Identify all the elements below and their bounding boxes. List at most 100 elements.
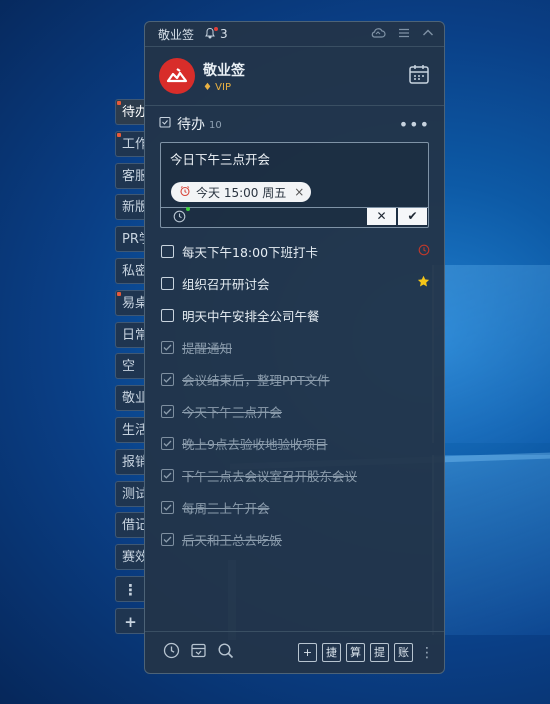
side-tab[interactable]: 敬业 bbox=[115, 385, 145, 412]
todo-checkbox[interactable] bbox=[161, 340, 174, 354]
side-tab[interactable]: 空 bbox=[115, 353, 145, 380]
side-tab-label: 赛效 bbox=[122, 550, 145, 566]
side-tab[interactable]: 生活 bbox=[115, 416, 145, 443]
reminder-clock-icon[interactable] bbox=[418, 244, 430, 259]
editor-text[interactable]: 今日下午三点开会 bbox=[170, 149, 270, 168]
star-icon[interactable] bbox=[417, 275, 430, 291]
side-tab-label: 测试 bbox=[122, 486, 145, 502]
unread-dot bbox=[117, 132, 121, 137]
todo-text: 晚上9点去验收地验收项目 bbox=[182, 436, 328, 452]
todo-text: 下午三点去会议室召开股东会议 bbox=[182, 468, 358, 484]
confirm-button[interactable]: ✔ bbox=[398, 208, 427, 225]
window-pane bbox=[432, 265, 550, 443]
collapse-icon[interactable] bbox=[422, 27, 434, 42]
todo-item[interactable]: 明天中午安排全公司午餐 bbox=[145, 299, 444, 331]
app-title: 敬业签 bbox=[158, 27, 195, 42]
side-tab[interactable]: 报销 bbox=[115, 448, 145, 475]
todo-text: 组织召开研讨会 bbox=[182, 276, 270, 292]
todo-item[interactable]: 每周三上午开会 bbox=[145, 491, 444, 523]
todo-item[interactable]: 下午三点去会议室召开股东会议 bbox=[145, 459, 444, 491]
side-tab[interactable]: 借记 bbox=[115, 512, 145, 539]
side-tab-label: 客服 bbox=[122, 168, 145, 184]
bottom-toolbar: + 捷算提账 ⋮ bbox=[145, 631, 444, 673]
footer-more-icon[interactable]: ⋮ bbox=[420, 645, 434, 661]
toolbar-button[interactable]: 账 bbox=[394, 643, 413, 662]
new-todo-editor[interactable]: 今日下午三点开会 今天 15:00 周五 × ✕ ✔ bbox=[160, 142, 429, 228]
side-tab-label: 报销 bbox=[122, 454, 145, 470]
todo-item[interactable]: 会议结束后，整理PPT文件 bbox=[145, 363, 444, 395]
title-bar[interactable]: 敬业签 3 bbox=[145, 22, 444, 47]
alarm-icon bbox=[179, 185, 191, 200]
todo-checkbox[interactable] bbox=[161, 500, 174, 514]
side-tab[interactable]: 私密 bbox=[115, 257, 145, 284]
todo-checkbox[interactable] bbox=[161, 532, 174, 546]
side-tab-label: 生活 bbox=[122, 422, 145, 438]
todo-checkbox[interactable] bbox=[161, 372, 174, 386]
side-tabs: 待办工作客服新版 PR学私密易桌日常空敬业生活报销测试借记赛效 ⋮ + bbox=[115, 99, 145, 640]
app-window: 敬业签 3 敬业签 ♦ VIP 待办 10 ••• 今日下午三点开会 今天 15… bbox=[144, 21, 445, 674]
side-tab-label: 新版 bbox=[122, 200, 145, 216]
todo-item[interactable]: 每天下午18:00下班打卡 bbox=[145, 235, 444, 267]
reminder-chip[interactable]: 今天 15:00 周五 × bbox=[171, 182, 312, 202]
side-tab[interactable]: 易桌 bbox=[115, 289, 145, 316]
side-tab[interactable]: 测试 bbox=[115, 480, 145, 507]
todo-text: 今天下午三点开会 bbox=[182, 404, 283, 420]
side-tab[interactable]: PR学 bbox=[115, 226, 145, 253]
reminder-clock-icon[interactable] bbox=[173, 207, 190, 227]
unread-dot bbox=[117, 101, 121, 105]
vip-badge: ♦ VIP bbox=[203, 81, 231, 93]
archive-icon[interactable] bbox=[190, 642, 207, 663]
calendar-icon[interactable] bbox=[408, 63, 430, 89]
todo-item[interactable]: 晚上9点去验收地验收项目 bbox=[145, 427, 444, 459]
todo-item[interactable]: 今天下午三点开会 bbox=[145, 395, 444, 427]
app-logo-icon[interactable] bbox=[159, 58, 195, 94]
todo-checkbox[interactable] bbox=[161, 244, 174, 258]
side-tab[interactable]: 新版 bbox=[115, 194, 145, 221]
section-header: 待办 10 ••• bbox=[145, 106, 444, 142]
notification-count: 3 bbox=[220, 27, 228, 41]
toolbar-button[interactable]: 算 bbox=[346, 643, 365, 662]
side-tab-label: 敬业 bbox=[122, 391, 145, 407]
add-tab-button[interactable]: + bbox=[115, 607, 145, 634]
todo-text: 会议结束后，整理PPT文件 bbox=[182, 372, 330, 388]
side-tab-label: PR学 bbox=[122, 232, 145, 248]
side-tab-label: 私密 bbox=[122, 263, 145, 279]
side-tab[interactable]: 客服 bbox=[115, 162, 145, 189]
todo-text: 每周三上午开会 bbox=[182, 500, 270, 516]
toolbar-button[interactable]: 捷 bbox=[322, 643, 341, 662]
more-tabs-button[interactable]: ⋮ bbox=[115, 575, 145, 602]
todo-item[interactable]: 后天和王总去吃饭 bbox=[145, 523, 444, 555]
toolbar-button[interactable]: + bbox=[298, 643, 317, 662]
side-tab[interactable]: 工作 bbox=[115, 130, 145, 157]
todo-item[interactable]: 组织召开研讨会 bbox=[145, 267, 444, 299]
todo-text: 每天下午18:00下班打卡 bbox=[182, 244, 319, 260]
side-tab[interactable]: 待办 bbox=[115, 99, 145, 125]
side-tab-label: 易桌 bbox=[122, 295, 145, 311]
todo-checkbox[interactable] bbox=[161, 276, 174, 290]
remove-reminder-icon[interactable]: × bbox=[294, 185, 304, 199]
toolbar-button[interactable]: 提 bbox=[370, 643, 389, 662]
history-clock-icon[interactable] bbox=[163, 642, 180, 663]
todo-list: 每天下午18:00下班打卡 组织召开研讨会明天中午安排全公司午餐提醒通知会议结束后… bbox=[145, 235, 444, 555]
user-name: 敬业签 bbox=[203, 62, 245, 79]
side-tab[interactable]: 日常 bbox=[115, 321, 145, 348]
section-title: 待办 bbox=[177, 117, 205, 133]
side-tab-label: 借记 bbox=[122, 518, 145, 534]
cloud-sync-icon[interactable] bbox=[370, 27, 386, 42]
menu-icon[interactable] bbox=[398, 27, 410, 42]
more-options-icon[interactable]: ••• bbox=[399, 115, 430, 134]
todo-checkbox[interactable] bbox=[161, 468, 174, 482]
todo-text: 提醒通知 bbox=[182, 340, 233, 356]
todo-item[interactable]: 提醒通知 bbox=[145, 331, 444, 363]
todo-text: 后天和王总去吃饭 bbox=[182, 532, 283, 548]
side-tab[interactable]: 赛效 bbox=[115, 544, 145, 571]
todo-checkbox[interactable] bbox=[161, 308, 174, 322]
window-pane bbox=[432, 455, 550, 635]
search-icon[interactable] bbox=[217, 642, 234, 663]
side-tab-label: 待办 bbox=[122, 105, 145, 120]
cancel-button[interactable]: ✕ bbox=[367, 208, 396, 225]
todo-checkbox[interactable] bbox=[161, 436, 174, 450]
user-header: 敬业签 ♦ VIP bbox=[145, 47, 444, 106]
bell-icon[interactable] bbox=[204, 26, 219, 42]
todo-checkbox[interactable] bbox=[161, 404, 174, 418]
